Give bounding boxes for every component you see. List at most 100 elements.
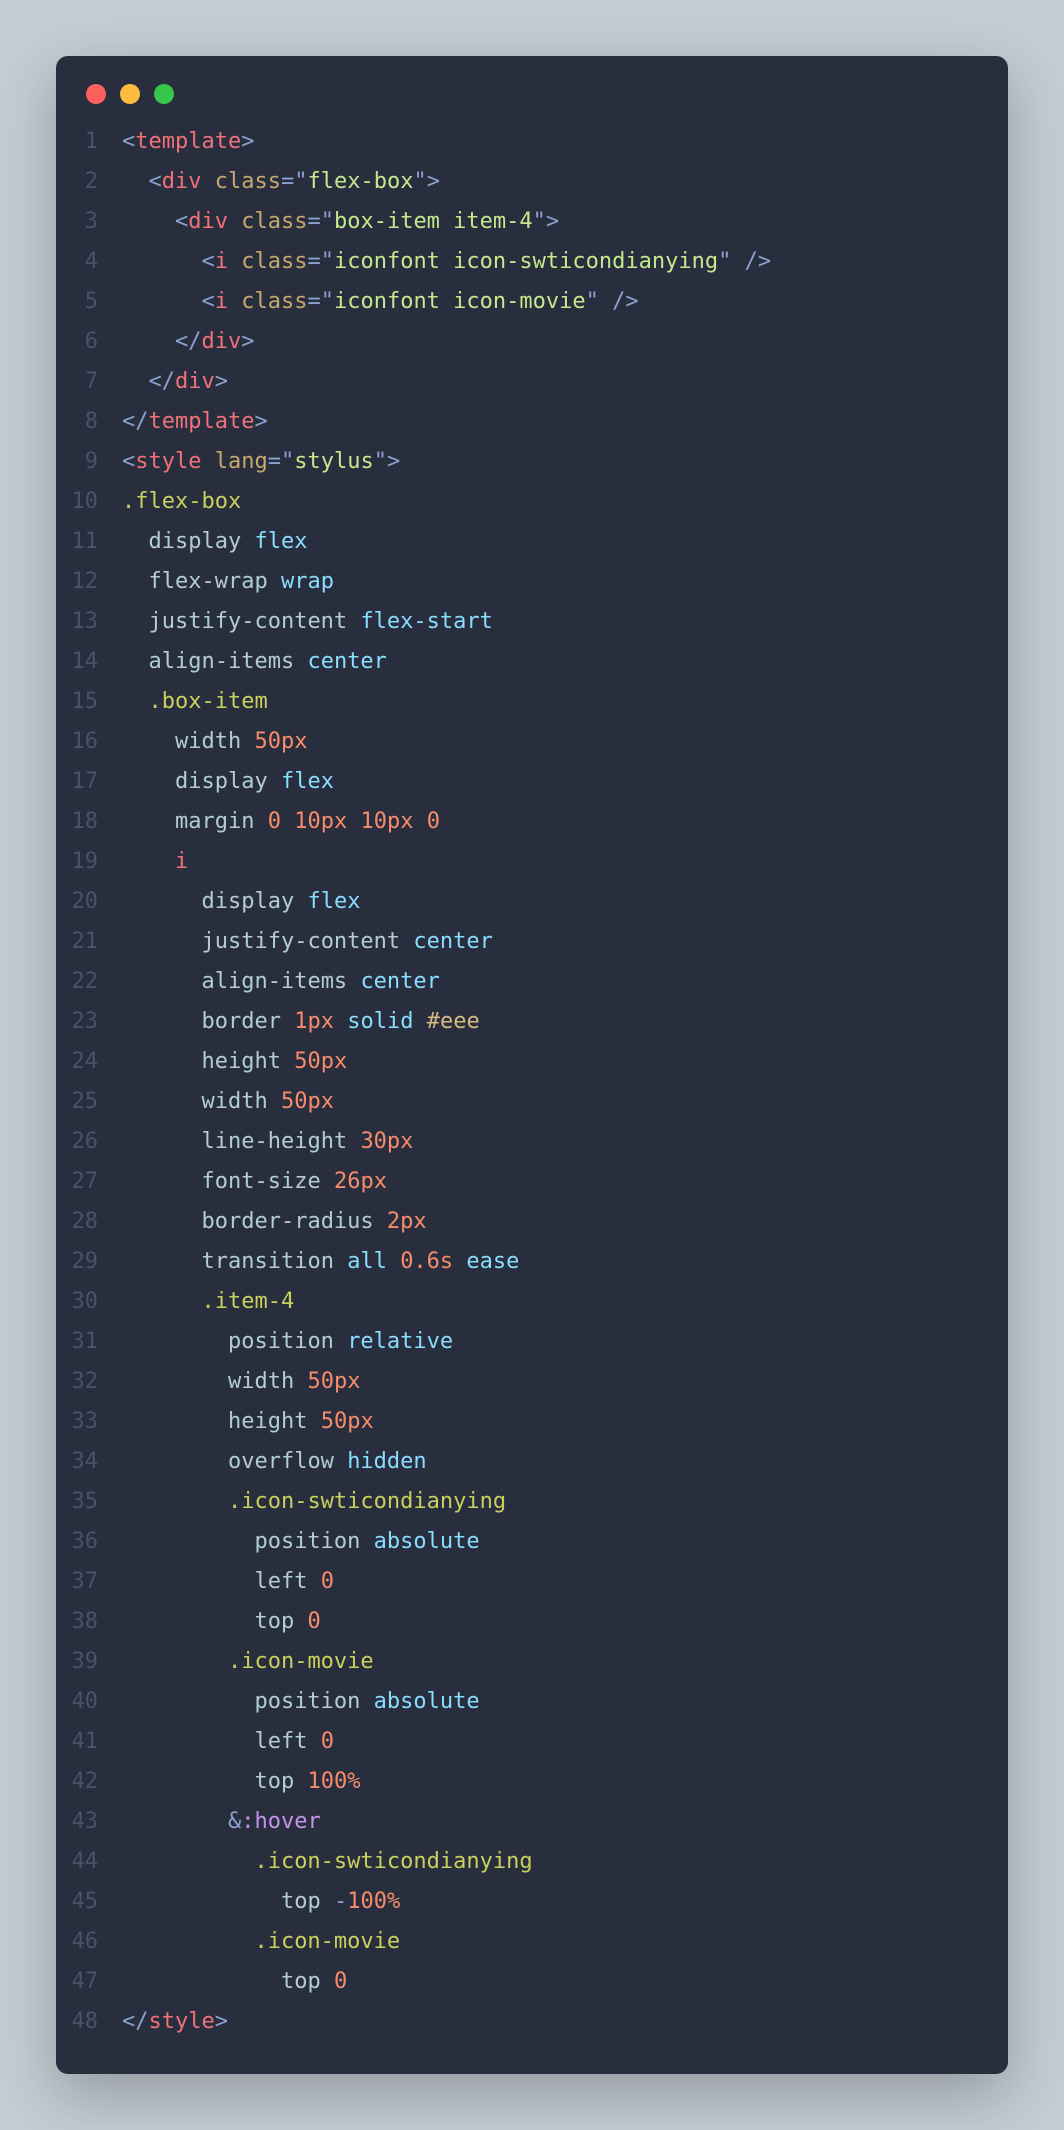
code-line: 19 i (56, 842, 978, 882)
code-line: 11 display flex (56, 522, 978, 562)
code-line: 8</template> (56, 402, 978, 442)
code-line: 10.flex-box (56, 482, 978, 522)
line-number: 25 (56, 1082, 122, 1122)
line-number: 37 (56, 1562, 122, 1602)
line-number: 4 (56, 242, 122, 282)
line-number: 12 (56, 562, 122, 602)
line-number: 21 (56, 922, 122, 962)
code-editor-window: 1<template> 2 <div class="flex-box"> 3 <… (56, 56, 1008, 2074)
line-number: 36 (56, 1522, 122, 1562)
code-line: 2 <div class="flex-box"> (56, 162, 978, 202)
code-line: 32 width 50px (56, 1362, 978, 1402)
code-line: 13 justify-content flex-start (56, 602, 978, 642)
line-number: 40 (56, 1682, 122, 1722)
line-number: 16 (56, 722, 122, 762)
code-line: 29 transition all 0.6s ease (56, 1242, 978, 1282)
code-area[interactable]: 1<template> 2 <div class="flex-box"> 3 <… (56, 122, 1008, 2042)
line-number: 39 (56, 1642, 122, 1682)
line-number: 30 (56, 1282, 122, 1322)
code-line: 21 justify-content center (56, 922, 978, 962)
line-number: 11 (56, 522, 122, 562)
code-line: 1<template> (56, 122, 978, 162)
code-line: 33 height 50px (56, 1402, 978, 1442)
line-number: 24 (56, 1042, 122, 1082)
line-number: 15 (56, 682, 122, 722)
code-line: 27 font-size 26px (56, 1162, 978, 1202)
line-number: 47 (56, 1962, 122, 2002)
line-number: 3 (56, 202, 122, 242)
line-number: 23 (56, 1002, 122, 1042)
code-line: 14 align-items center (56, 642, 978, 682)
code-line: 35 .icon-swticondianying (56, 1482, 978, 1522)
line-number: 34 (56, 1442, 122, 1482)
window-titlebar (56, 84, 1008, 122)
line-number: 43 (56, 1802, 122, 1842)
code-line: 40 position absolute (56, 1682, 978, 1722)
line-number: 9 (56, 442, 122, 482)
code-line: 39 .icon-movie (56, 1642, 978, 1682)
code-line: 16 width 50px (56, 722, 978, 762)
line-number: 18 (56, 802, 122, 842)
code-line: 18 margin 0 10px 10px 0 (56, 802, 978, 842)
line-number: 6 (56, 322, 122, 362)
line-number: 20 (56, 882, 122, 922)
line-number: 17 (56, 762, 122, 802)
line-number: 2 (56, 162, 122, 202)
line-number: 7 (56, 362, 122, 402)
code-line: 44 .icon-swticondianying (56, 1842, 978, 1882)
code-line: 3 <div class="box-item item-4"> (56, 202, 978, 242)
line-number: 44 (56, 1842, 122, 1882)
code-line: 22 align-items center (56, 962, 978, 1002)
code-line: 43 &:hover (56, 1802, 978, 1842)
code-line: 36 position absolute (56, 1522, 978, 1562)
line-number: 27 (56, 1162, 122, 1202)
line-number: 48 (56, 2002, 122, 2042)
minimize-icon[interactable] (120, 84, 140, 104)
line-number: 28 (56, 1202, 122, 1242)
code-line: 5 <i class="iconfont icon-movie" /> (56, 282, 978, 322)
line-number: 22 (56, 962, 122, 1002)
code-line: 7 </div> (56, 362, 978, 402)
line-number: 1 (56, 122, 122, 162)
code-line: 24 height 50px (56, 1042, 978, 1082)
line-number: 32 (56, 1362, 122, 1402)
line-number: 46 (56, 1922, 122, 1962)
code-line: 28 border-radius 2px (56, 1202, 978, 1242)
line-number: 8 (56, 402, 122, 442)
line-number: 41 (56, 1722, 122, 1762)
code-line: 34 overflow hidden (56, 1442, 978, 1482)
code-line: 12 flex-wrap wrap (56, 562, 978, 602)
line-number: 38 (56, 1602, 122, 1642)
code-line: 15 .box-item (56, 682, 978, 722)
code-line: 37 left 0 (56, 1562, 978, 1602)
line-number: 13 (56, 602, 122, 642)
line-number: 19 (56, 842, 122, 882)
code-line: 25 width 50px (56, 1082, 978, 1122)
code-line: 4 <i class="iconfont icon-swticondianyin… (56, 242, 978, 282)
line-number: 29 (56, 1242, 122, 1282)
code-line: 41 left 0 (56, 1722, 978, 1762)
line-number: 42 (56, 1762, 122, 1802)
code-line: 47 top 0 (56, 1962, 978, 2002)
code-line: 26 line-height 30px (56, 1122, 978, 1162)
line-number: 14 (56, 642, 122, 682)
code-line: 6 </div> (56, 322, 978, 362)
line-number: 33 (56, 1402, 122, 1442)
code-line: 42 top 100% (56, 1762, 978, 1802)
line-number: 26 (56, 1122, 122, 1162)
code-line: 46 .icon-movie (56, 1922, 978, 1962)
line-number: 35 (56, 1482, 122, 1522)
code-line: 38 top 0 (56, 1602, 978, 1642)
code-line: 9<style lang="stylus"> (56, 442, 978, 482)
line-number: 5 (56, 282, 122, 322)
maximize-icon[interactable] (154, 84, 174, 104)
code-line: 23 border 1px solid #eee (56, 1002, 978, 1042)
line-number: 45 (56, 1882, 122, 1922)
close-icon[interactable] (86, 84, 106, 104)
code-line: 17 display flex (56, 762, 978, 802)
code-line: 48</style> (56, 2002, 978, 2042)
code-line: 45 top -100% (56, 1882, 978, 1922)
line-number: 10 (56, 482, 122, 522)
line-number: 31 (56, 1322, 122, 1362)
code-line: 20 display flex (56, 882, 978, 922)
